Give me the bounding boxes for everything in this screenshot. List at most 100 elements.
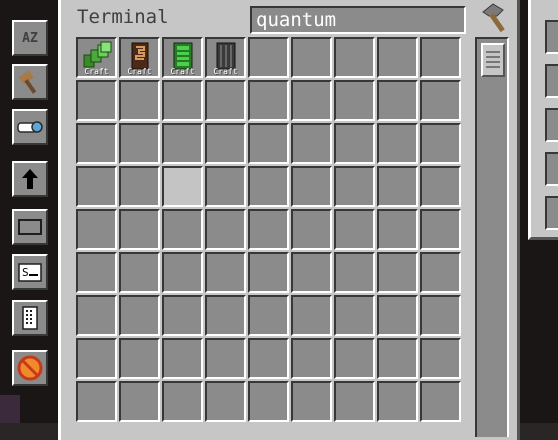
inventory-slot[interactable] (334, 252, 375, 293)
inventory-slot[interactable] (420, 166, 461, 207)
inventory-slot[interactable] (420, 80, 461, 121)
inventory-slot[interactable] (162, 80, 203, 121)
inventory-slot[interactable] (205, 209, 246, 250)
inventory-slot[interactable] (248, 80, 289, 121)
inventory-slot[interactable] (291, 37, 332, 78)
inventory-slot[interactable] (119, 80, 160, 121)
inventory-slot[interactable]: Craft (205, 37, 246, 78)
inventory-slot[interactable] (162, 381, 203, 422)
hammer-icon[interactable] (477, 2, 511, 32)
inventory-slot[interactable] (291, 252, 332, 293)
inventory-slot[interactable] (377, 295, 418, 336)
inventory-slot[interactable] (205, 166, 246, 207)
inventory-slot[interactable] (162, 123, 203, 164)
inventory-slot[interactable]: Craft (119, 37, 160, 78)
inventory-slot[interactable] (334, 209, 375, 250)
inventory-slot[interactable] (76, 80, 117, 121)
inventory-slot[interactable] (334, 80, 375, 121)
inventory-slot[interactable] (248, 37, 289, 78)
inventory-slot[interactable] (119, 166, 160, 207)
scrollbar-track[interactable] (475, 37, 509, 437)
inventory-slot[interactable] (377, 166, 418, 207)
inventory-slot[interactable] (119, 209, 160, 250)
inventory-slot[interactable] (334, 338, 375, 379)
inventory-slot[interactable] (205, 80, 246, 121)
inventory-slot[interactable] (76, 338, 117, 379)
inventory-slot[interactable] (119, 295, 160, 336)
inventory-slot[interactable] (420, 123, 461, 164)
craft-label: Craft (213, 67, 238, 76)
inventory-slot[interactable] (162, 252, 203, 293)
inventory-slot[interactable] (76, 381, 117, 422)
search-input[interactable]: quantum (250, 6, 466, 34)
inventory-slot[interactable] (119, 123, 160, 164)
search-mode-button[interactable] (12, 109, 48, 145)
inventory-slot[interactable] (377, 252, 418, 293)
scrollbar-thumb[interactable] (481, 43, 505, 77)
inventory-slot[interactable] (291, 123, 332, 164)
crafting-status-button[interactable] (12, 300, 48, 336)
inventory-slot[interactable] (162, 209, 203, 250)
sort-direction-button[interactable] (12, 161, 48, 197)
inventory-slot[interactable] (377, 80, 418, 121)
inventory-slot-hovered[interactable] (162, 166, 203, 207)
search-box-mode-button[interactable]: S (12, 254, 48, 290)
inventory-slot[interactable] (162, 295, 203, 336)
inventory-slot[interactable] (119, 338, 160, 379)
inventory-slot[interactable] (291, 209, 332, 250)
inventory-slot[interactable] (420, 252, 461, 293)
inventory-slot[interactable] (76, 166, 117, 207)
view-mode-button[interactable] (12, 64, 48, 100)
inventory-slot[interactable] (248, 209, 289, 250)
inventory-slot[interactable] (119, 381, 160, 422)
left-toolbar: AZ S (0, 0, 60, 423)
inventory-slot[interactable] (162, 338, 203, 379)
inventory-slot[interactable] (420, 295, 461, 336)
inventory-slot[interactable]: Craft (76, 37, 117, 78)
inventory-slot[interactable] (205, 123, 246, 164)
clear-button[interactable] (12, 350, 48, 386)
inventory-slot[interactable] (377, 123, 418, 164)
inventory-slot[interactable] (420, 209, 461, 250)
inventory-slot[interactable] (205, 381, 246, 422)
inventory-slot[interactable] (291, 166, 332, 207)
inventory-slot[interactable] (334, 295, 375, 336)
inventory-slot[interactable] (76, 295, 117, 336)
inventory-slot[interactable] (334, 123, 375, 164)
side-slot[interactable] (545, 20, 558, 54)
inventory-slot[interactable] (334, 166, 375, 207)
inventory-slot[interactable] (205, 295, 246, 336)
inventory-slot[interactable] (248, 338, 289, 379)
terminal-style-button[interactable] (12, 209, 48, 245)
side-slot[interactable] (545, 196, 558, 230)
inventory-slot[interactable] (291, 338, 332, 379)
inventory-slot[interactable] (76, 123, 117, 164)
inventory-slot[interactable] (420, 37, 461, 78)
inventory-slot[interactable] (291, 381, 332, 422)
inventory-slot[interactable]: Craft (162, 37, 203, 78)
inventory-slot[interactable] (377, 338, 418, 379)
inventory-slot[interactable] (420, 338, 461, 379)
inventory-slot[interactable] (334, 37, 375, 78)
inventory-slot[interactable] (377, 37, 418, 78)
inventory-slot[interactable] (76, 209, 117, 250)
inventory-slot[interactable] (205, 338, 246, 379)
inventory-slot[interactable] (248, 123, 289, 164)
inventory-slot[interactable] (377, 381, 418, 422)
side-slot[interactable] (545, 64, 558, 98)
inventory-slot[interactable] (248, 252, 289, 293)
inventory-slot[interactable] (248, 166, 289, 207)
side-slot[interactable] (545, 108, 558, 142)
inventory-slot[interactable] (205, 252, 246, 293)
inventory-slot[interactable] (291, 80, 332, 121)
inventory-slot[interactable] (334, 381, 375, 422)
sort-az-button[interactable]: AZ (12, 20, 48, 56)
inventory-slot[interactable] (420, 381, 461, 422)
inventory-slot[interactable] (119, 252, 160, 293)
inventory-slot[interactable] (291, 295, 332, 336)
inventory-slot[interactable] (248, 381, 289, 422)
inventory-slot[interactable] (76, 252, 117, 293)
inventory-slot[interactable] (248, 295, 289, 336)
side-slot[interactable] (545, 152, 558, 186)
inventory-slot[interactable] (377, 209, 418, 250)
